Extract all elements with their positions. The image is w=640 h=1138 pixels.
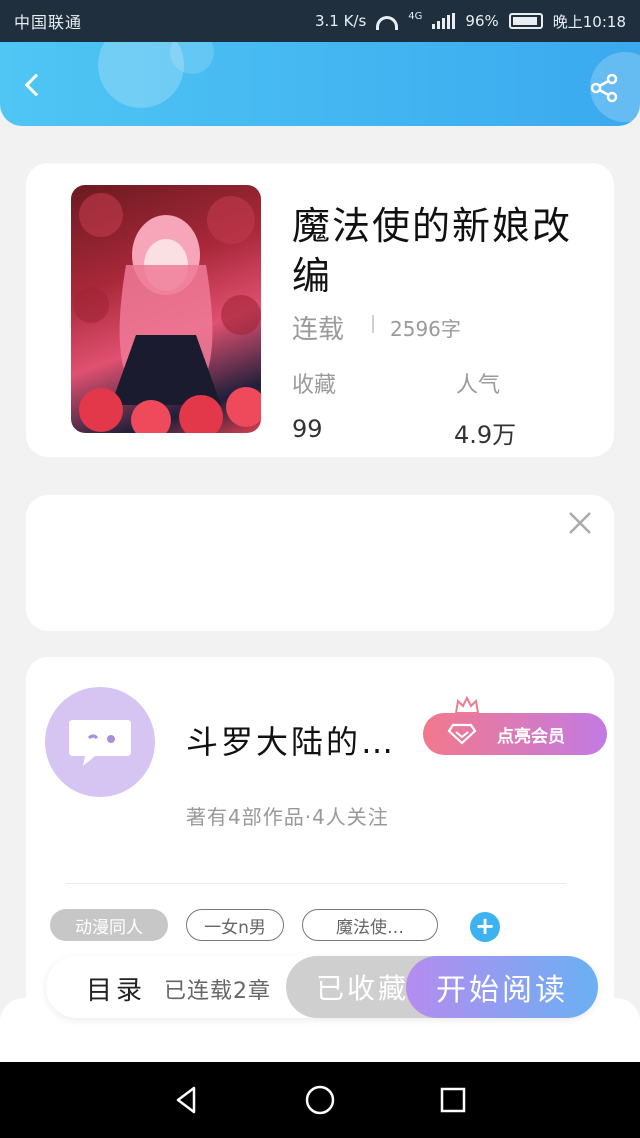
popularity-value: 4.9万 — [454, 421, 517, 449]
close-icon[interactable] — [566, 509, 594, 537]
network-type-label: 4G — [408, 10, 423, 22]
book-status: 连载 — [292, 315, 345, 345]
system-nav-bar — [0, 1062, 640, 1138]
chapters-count: 已连载2章 — [164, 979, 271, 1004]
tag[interactable]: 一女n男 — [186, 909, 284, 941]
net-speed-label: 3.1 K/s — [314, 12, 367, 30]
battery-percent-label: 96% — [465, 12, 499, 30]
book-cover[interactable] — [71, 185, 261, 433]
share-icon[interactable] — [588, 72, 620, 104]
nav-back-icon[interactable] — [167, 1080, 207, 1120]
cover-artwork — [73, 193, 261, 433]
carrier-label: 中国联通 — [14, 13, 83, 32]
vip-label: 点亮会员 — [497, 726, 565, 747]
add-tag-button[interactable]: + — [470, 912, 500, 942]
author-name[interactable]: 斗罗大陆的… — [186, 717, 396, 763]
tag[interactable]: 魔法使… — [302, 909, 438, 941]
divider — [66, 883, 566, 884]
book-word-count: 2596字 — [390, 317, 461, 341]
vip-button[interactable]: 点亮会员 — [423, 713, 607, 755]
status-bar: 中国联通 3.1 K/s 4G 96% 晚上10:18 — [0, 0, 640, 42]
start-reading-button[interactable]: 开始阅读 — [406, 956, 598, 1018]
nav-recents-icon[interactable] — [433, 1080, 473, 1120]
crown-icon — [454, 695, 480, 714]
favorites-value: 99 — [292, 415, 323, 443]
wifi-icon — [376, 16, 399, 30]
chat-bubble-icon — [69, 720, 131, 766]
ad-card — [26, 495, 614, 631]
bottom-action-bar: 目录 已连载2章 已收藏 开始阅读 — [46, 956, 598, 1018]
signal-icon — [432, 13, 456, 29]
battery-icon — [508, 13, 543, 29]
toc-button[interactable]: 目录 — [86, 970, 146, 1007]
time-label: 晚上10:18 — [552, 12, 626, 31]
header — [0, 42, 640, 126]
back-icon[interactable] — [18, 70, 48, 100]
book-title: 魔法使的新娘改编 — [292, 204, 573, 298]
divider — [372, 315, 374, 333]
tag[interactable]: 动漫同人 — [50, 909, 168, 941]
popularity-label: 人气 — [456, 373, 501, 398]
author-meta: 著有4部作品·4人关注 — [186, 805, 389, 829]
diamond-icon — [447, 723, 477, 745]
nav-home-icon[interactable] — [300, 1080, 340, 1120]
status-indicators: 3.1 K/s 4G 96% 晚上10:18 — [315, 11, 626, 32]
avatar[interactable] — [45, 687, 155, 797]
book-info-card: 魔法使的新娘改编 连载 2596字 收藏 人气 99 4.9万 — [26, 163, 614, 457]
favorites-label: 收藏 — [292, 373, 337, 398]
